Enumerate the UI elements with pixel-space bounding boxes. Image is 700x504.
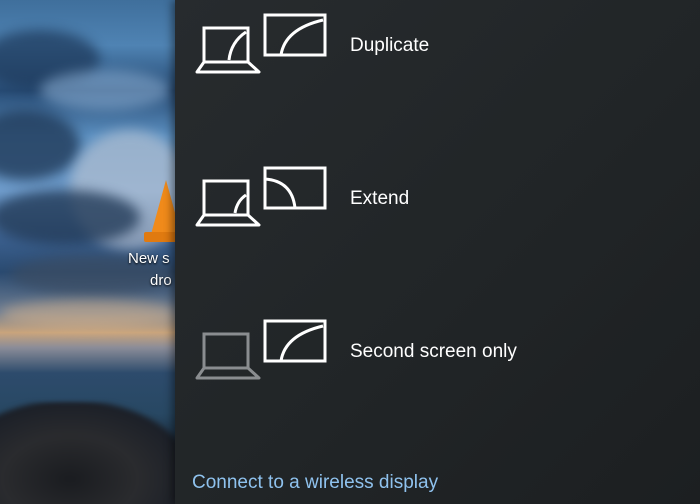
option-label: Duplicate — [350, 35, 430, 56]
connect-wireless-display-link[interactable]: Connect to a wireless display — [192, 470, 438, 496]
desktop-shortcut-label: New s dro — [128, 250, 172, 289]
screen: New s dro Duplicate Extend Second screen… — [0, 0, 700, 504]
project-pane: Duplicate Extend Second screen only Conn… — [175, 0, 700, 504]
option-extend[interactable]: Extend — [175, 163, 700, 243]
duplicate-display-icon — [195, 13, 327, 74]
option-label: Extend — [350, 188, 410, 209]
desktop-wallpaper: New s dro — [0, 0, 176, 504]
option-second-screen-only[interactable]: Second screen only — [175, 316, 700, 396]
extend-display-icon — [195, 166, 327, 227]
desktop-shortcut[interactable]: New s dro — [128, 180, 176, 290]
option-duplicate[interactable]: Duplicate — [175, 10, 700, 90]
second-screen-only-icon — [195, 319, 327, 380]
option-label: Second screen only — [350, 341, 517, 362]
vlc-icon — [150, 180, 176, 238]
